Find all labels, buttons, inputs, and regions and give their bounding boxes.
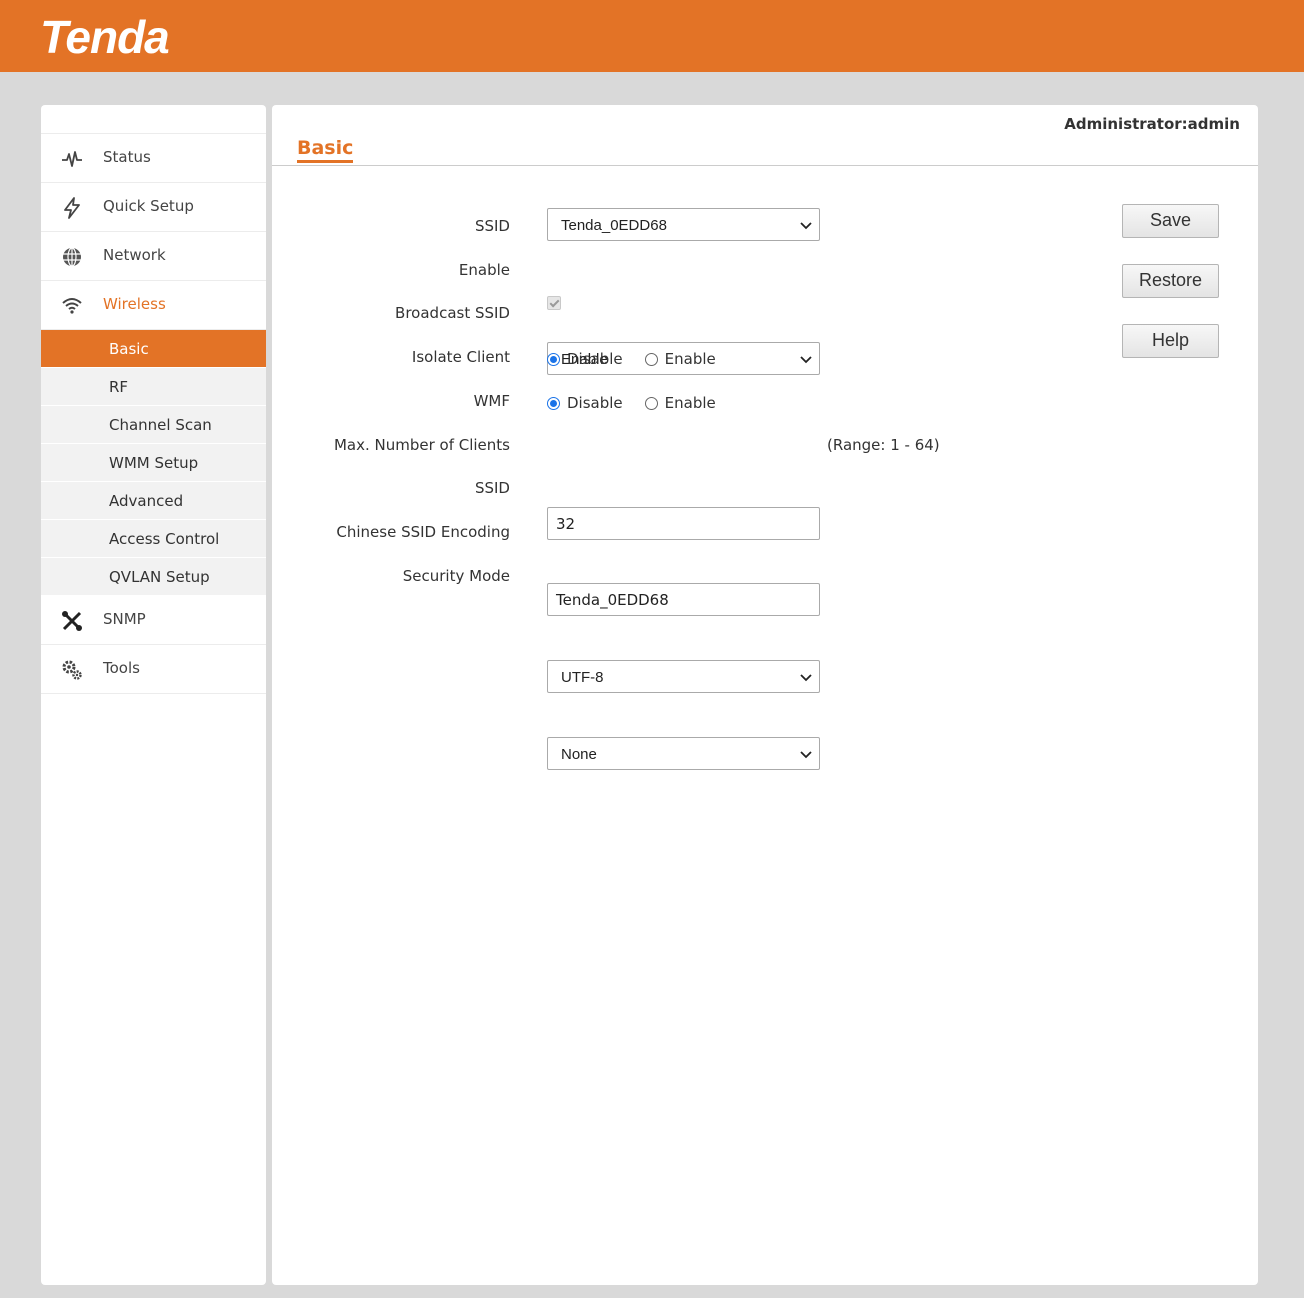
wmf-disable-radio[interactable] [547,396,560,410]
wifi-icon [61,295,83,317]
security-mode-label: Security Mode [402,567,510,585]
admin-label: Administrator:admin [1064,115,1240,133]
chinese-encoding-label: Chinese SSID Encoding [336,523,510,541]
sidebar-subitem-wmm-setup[interactable]: WMM Setup [41,444,266,482]
tenda-logo: Tenda [40,11,170,63]
sidebar-item-label: Network [103,246,166,264]
sidebar-item-tools[interactable]: Tools [41,645,266,694]
sidebar: Status Quick Setup Network Wireless Basi… [41,105,266,1285]
restore-button[interactable]: Restore [1122,264,1219,298]
wmf-enable-radio[interactable] [644,396,658,410]
wmf-radios: Disable Enable [547,394,716,412]
sidebar-subitem-access-control[interactable]: Access Control [41,520,266,558]
chevron-down-icon [800,751,812,759]
enable-label: Enable [458,261,510,279]
chevron-down-icon [800,356,812,364]
isolate-client-radios: Disable Enable [547,350,716,368]
enable-checkbox[interactable] [547,296,561,310]
wmf-label: WMF [473,392,510,410]
max-clients-label: Max. Number of Clients [333,436,510,454]
gears-icon [61,659,83,681]
isolate-client-label: Isolate Client [411,348,510,366]
broadcast-ssid-label: Broadcast SSID [395,304,510,322]
chevron-down-icon [800,674,812,682]
sidebar-item-label: Tools [103,659,140,677]
isolate-client-enable-radio[interactable] [644,352,658,366]
ssid-input[interactable]: Tenda_0EDD68 [547,583,820,616]
sidebar-subitem-rf[interactable]: RF [41,368,266,406]
ssid-select-label: SSID [474,217,510,235]
top-header: Tenda [0,0,1304,72]
max-clients-input[interactable]: 32 [547,507,820,540]
sidebar-subitem-channel-scan[interactable]: Channel Scan [41,406,266,444]
isolate-client-disable-radio[interactable] [547,352,560,366]
pulse-icon [61,148,83,170]
max-clients-range: (Range: 1 - 64) [827,436,940,454]
sidebar-item-label: Status [103,148,151,166]
chevron-down-icon [800,222,812,230]
ssid-select[interactable]: Tenda_0EDD68 [547,208,820,241]
tools-icon [61,610,83,632]
chinese-encoding-select[interactable]: UTF-8 [547,660,820,693]
main-panel: Administrator:admin Basic SSID Tenda_0ED… [272,105,1258,1285]
sidebar-item-snmp[interactable]: SNMP [41,596,266,645]
sidebar-item-wireless[interactable]: Wireless [41,281,266,330]
ssid-input-label: SSID [474,479,510,497]
security-mode-select[interactable]: None [547,737,820,770]
help-button[interactable]: Help [1122,324,1219,358]
sidebar-item-label: Wireless [103,295,166,313]
sidebar-subitem-basic[interactable]: Basic [41,330,266,368]
tab-basic[interactable]: Basic [297,137,354,163]
save-button[interactable]: Save [1122,204,1219,238]
globe-icon [61,246,83,268]
sidebar-item-label: SNMP [103,610,146,628]
sidebar-item-quick-setup[interactable]: Quick Setup [41,183,266,232]
sidebar-item-label: Quick Setup [103,197,194,215]
lightning-icon [61,197,83,219]
sidebar-item-network[interactable]: Network [41,232,266,281]
sidebar-item-status[interactable]: Status [41,134,266,183]
sidebar-subitem-qvlan-setup[interactable]: QVLAN Setup [41,558,266,596]
tab-divider [272,165,1258,166]
sidebar-subitem-advanced[interactable]: Advanced [41,482,266,520]
